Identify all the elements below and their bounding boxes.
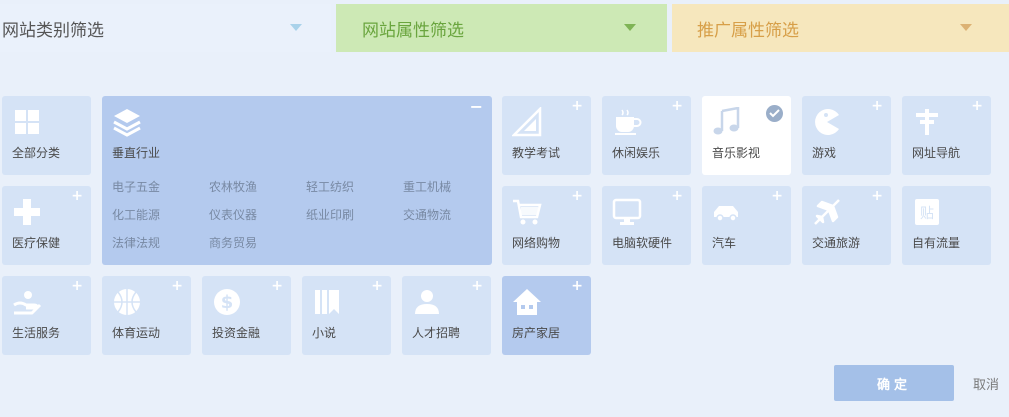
tile-label: 休闲娱乐 [612,146,661,160]
monitor-icon [612,198,642,225]
tile-life-services[interactable]: + 生活服务 [2,276,91,355]
collapse-icon[interactable]: − [470,97,483,116]
add-icon[interactable]: + [671,189,683,203]
add-icon[interactable]: + [171,279,183,293]
add-icon[interactable]: + [971,99,983,113]
svg-text:贴: 贴 [920,206,934,222]
confirm-button[interactable]: 确定 [834,365,954,401]
tab-category-filter[interactable]: 网站类别筛选 [0,4,331,52]
subcategory-link[interactable]: 仪表仪器 [209,206,257,223]
pacman-icon [815,109,839,135]
tab-site-label: 网站属性筛选 [362,20,464,41]
tab-site-attribute-filter[interactable]: 网站属性筛选 [336,4,667,52]
svg-text:$: $ [221,292,234,313]
checkmark-icon [766,105,783,122]
subcategory-link[interactable]: 交通物流 [403,206,451,223]
add-icon[interactable]: + [371,279,383,293]
tile-own-traffic[interactable]: 贴 自有流量 [902,186,991,265]
tab-category-label: 网站类别筛选 [2,20,104,41]
tile-label: 自有流量 [912,236,961,250]
add-icon[interactable]: + [771,189,783,203]
add-icon[interactable]: + [871,99,883,113]
tab-promo-label: 推广属性筛选 [697,20,799,41]
medical-cross-icon [14,199,40,225]
tile-recruitment[interactable]: + 人才招聘 [402,276,491,355]
tile-label: 电脑软硬件 [612,236,673,250]
chevron-down-icon [624,24,636,31]
subcategory-link[interactable]: 商务贸易 [209,234,257,251]
ruler-icon [512,107,542,137]
filter-tabs: 网站类别筛选 网站属性筛选 推广属性筛选 [0,0,1009,53]
tile-label: 人才招聘 [412,326,461,340]
tile-label: 音乐影视 [712,146,761,160]
tile-vertical-industries[interactable]: − 垂直行业 电子五金 农林牧渔 轻工纺织 重工机械 化工能源 仪表仪器 纸业印… [102,96,492,265]
tab-promotion-filter[interactable]: 推广属性筛选 [672,4,1009,52]
layers-icon [113,109,141,137]
basketball-icon [114,289,140,315]
grid-icon [15,110,39,134]
subcategory-link[interactable]: 轻工纺织 [306,178,354,195]
tile-label: 交通旅游 [812,236,861,250]
tile-label: 全部分类 [12,146,61,160]
tile-label: 投资金融 [212,326,261,340]
add-icon[interactable]: + [271,279,283,293]
subcategory-link[interactable]: 化工能源 [112,206,160,223]
tile-url-navigation[interactable]: + 网址导航 [902,96,991,175]
plane-icon [814,199,840,225]
tile-label: 游戏 [812,146,837,160]
tile-label: 教学考试 [512,146,561,160]
add-icon[interactable]: + [71,279,83,293]
tile-novels[interactable]: + 小说 [302,276,391,355]
tile-music-video[interactable]: 音乐影视 [702,96,791,175]
tile-education[interactable]: + 教学考试 [502,96,591,175]
cart-icon [513,199,542,225]
car-icon [714,206,738,222]
dollar-icon: $ [214,289,240,315]
tile-label: 医疗保健 [12,236,61,250]
add-icon[interactable]: + [571,189,583,203]
book-icon [315,290,339,314]
tile-real-estate[interactable]: + 房产家居 [502,276,591,355]
add-icon[interactable]: + [571,279,583,293]
tile-medical[interactable]: + 医疗保健 [2,186,91,265]
tile-label: 体育运动 [112,326,161,340]
person-icon [415,290,439,314]
tile-sports[interactable]: + 体育运动 [102,276,191,355]
tile-auto[interactable]: + 汽车 [702,186,791,265]
chevron-down-icon [960,24,972,31]
tile-label: 房产家居 [512,326,561,340]
tile-all-categories[interactable]: 全部分类 [2,96,91,175]
tile-label: 小说 [312,326,337,340]
tile-label: 网址导航 [912,146,961,160]
add-icon[interactable]: + [571,99,583,113]
signpost-icon [916,109,938,135]
tile-computer[interactable]: + 电脑软硬件 [602,186,691,265]
subcategory-link[interactable]: 电子五金 [112,178,160,195]
tile-online-shopping[interactable]: + 网络购物 [502,186,591,265]
tile-travel[interactable]: + 交通旅游 [802,186,891,265]
house-icon [513,289,541,315]
subcategory-link[interactable]: 重工机械 [403,178,451,195]
subcategory-link[interactable]: 法律法规 [112,234,160,251]
chevron-down-icon [290,24,302,31]
tile-finance[interactable]: $ + 投资金融 [202,276,291,355]
tile-label: 汽车 [712,236,737,250]
add-icon[interactable]: + [71,189,83,203]
subcategory-link[interactable]: 农林牧渔 [209,178,257,195]
hand-service-icon [13,291,42,315]
coffee-icon [615,109,642,135]
music-icon [713,107,740,135]
tile-label: 生活服务 [12,326,61,340]
tile-label: 网络购物 [512,236,561,250]
subcategory-link[interactable]: 纸业印刷 [306,206,354,223]
add-icon[interactable]: + [871,189,883,203]
add-icon[interactable]: + [671,99,683,113]
tile-games[interactable]: + 游戏 [802,96,891,175]
cancel-link[interactable]: 取消 [973,374,999,393]
add-icon[interactable]: + [471,279,483,293]
sticker-icon: 贴 [915,199,939,225]
tile-leisure[interactable]: + 休闲娱乐 [602,96,691,175]
tile-label: 垂直行业 [112,146,161,160]
